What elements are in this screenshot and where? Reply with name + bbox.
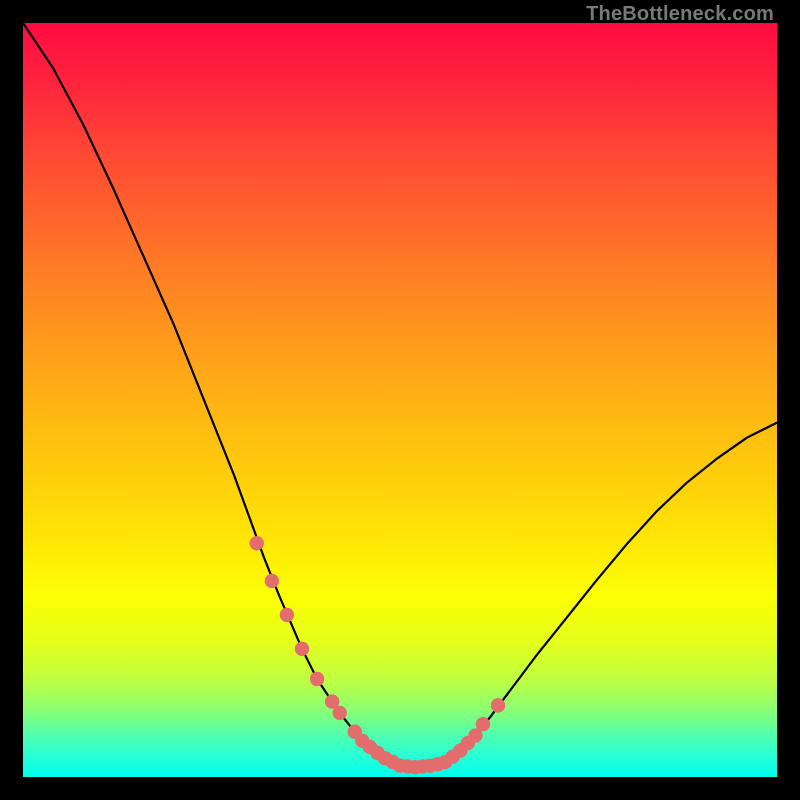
plot-area bbox=[23, 23, 777, 777]
data-point bbox=[295, 642, 309, 656]
data-point bbox=[476, 717, 490, 731]
chart-svg bbox=[23, 23, 777, 777]
curve-line bbox=[23, 23, 777, 767]
data-point bbox=[332, 706, 346, 720]
watermark-text: TheBottleneck.com bbox=[586, 3, 774, 26]
data-point bbox=[491, 698, 505, 712]
data-point bbox=[265, 574, 279, 588]
data-point bbox=[310, 672, 324, 686]
chart-frame: TheBottleneck.com bbox=[0, 0, 800, 800]
data-point bbox=[280, 608, 294, 622]
data-point bbox=[250, 536, 264, 550]
